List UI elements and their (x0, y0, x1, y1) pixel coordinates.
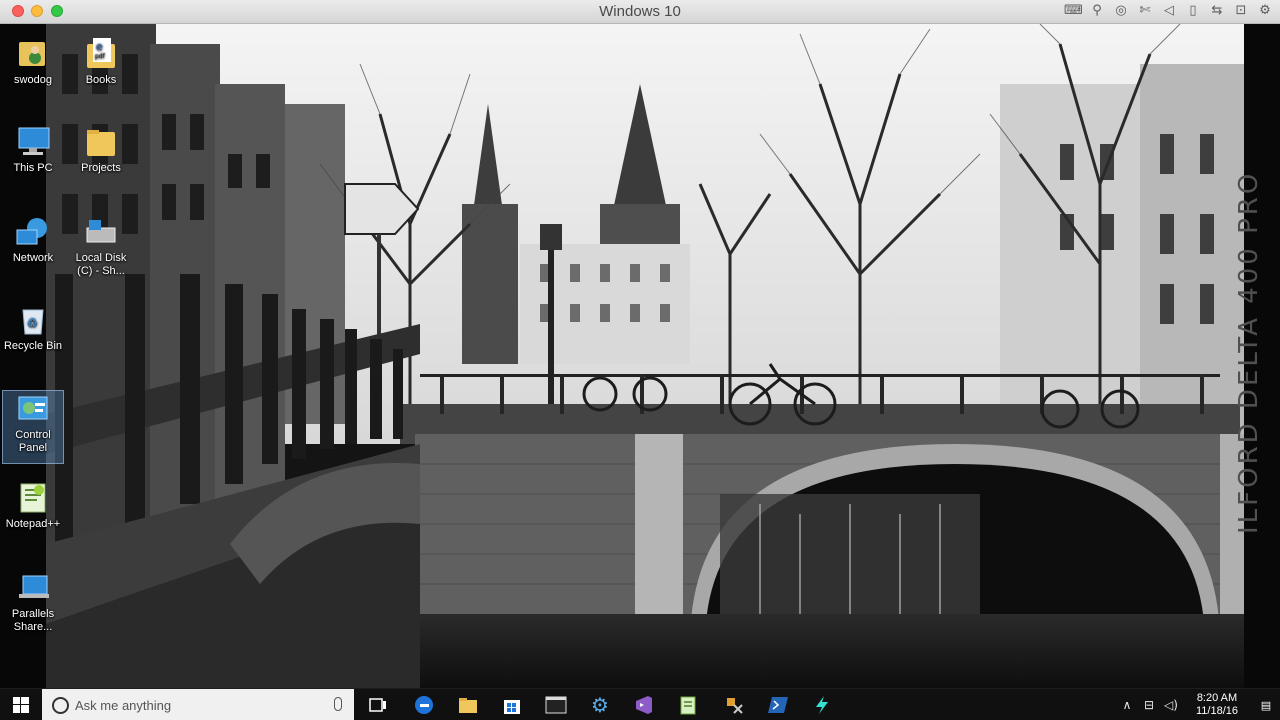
volume-icon[interactable]: ◁) (1160, 698, 1182, 712)
control-panel-icon (15, 391, 51, 427)
desktop-icon-label: Notepad++ (5, 518, 61, 530)
local-disk-icon (83, 214, 119, 250)
keyboard-icon[interactable]: ⌨ (1064, 2, 1083, 20)
folder-icon (83, 124, 119, 160)
desktop-icon-label: This PC (13, 162, 53, 174)
recycle-bin-icon: ♻ (15, 302, 51, 338)
wallpaper-amsterdam-canal (0, 24, 1280, 688)
clock[interactable]: 8:20 AM 11/18/16 (1182, 692, 1252, 718)
tools-icon[interactable] (712, 689, 756, 720)
usb-icon[interactable]: ⚲ (1088, 2, 1106, 20)
action-center-icon[interactable]: ▤ (1252, 699, 1280, 712)
notepad-icon[interactable] (666, 689, 710, 720)
desktop-icon-label: Local Disk (C) - Sh... (75, 252, 127, 277)
desktop-icon-network[interactable]: Network (2, 214, 64, 265)
desktop-icon-books[interactable]: e pdf Books (70, 36, 132, 87)
film-edge-text: ILFORD DELTA 400 PRO (1234, 170, 1264, 534)
desktop-icon-swodog[interactable]: swodog (2, 36, 64, 87)
svg-text:♻: ♻ (27, 316, 38, 330)
parallels-share-icon (15, 570, 51, 606)
task-view-icon[interactable] (356, 689, 400, 720)
vm-toolbar: ⌨ ⚲ ◎ ✄ ◁ ▯ ⇆ ⊡ ⚙ (1064, 2, 1274, 20)
sd-card-icon[interactable]: ▯ (1184, 2, 1202, 20)
search-placeholder: Ask me anything (75, 697, 172, 713)
cd-icon[interactable]: ◎ (1112, 2, 1130, 20)
clock-time: 8:20 AM (1196, 692, 1238, 704)
speaker-icon[interactable]: ◁ (1160, 2, 1178, 20)
system-tray: ∧ ⊟ ◁) 8:20 AM 11/18/16 ▤ (1116, 689, 1280, 720)
desktop-icon-this-pc[interactable]: This PC (2, 124, 64, 175)
taskbar: Ask me anything ⚙ ∧ ⊟ ◁) 8:20 AM 11/18/1… (0, 688, 1280, 720)
svg-text:pdf: pdf (95, 53, 106, 60)
microphone-icon[interactable] (334, 697, 342, 711)
visual-studio-icon[interactable] (622, 689, 666, 720)
lightning-icon[interactable] (800, 689, 844, 720)
powershell-icon[interactable] (756, 689, 800, 720)
edge-icon[interactable] (402, 689, 446, 720)
desktop-icon-label: Network (12, 252, 54, 264)
window-titlebar: Windows 10 ⌨ ⚲ ◎ ✄ ◁ ▯ ⇆ ⊡ ⚙ (0, 0, 1280, 24)
desktop-icon-notepad-plus[interactable]: Notepad++ (2, 480, 64, 531)
shared-folder-icon[interactable]: ⇆ (1208, 2, 1226, 20)
desktop[interactable]: ILFORD DELTA 400 PRO swodog e pdf Books T… (0, 24, 1280, 688)
windows-logo-icon (13, 697, 29, 713)
notepad-plus-icon (15, 480, 51, 516)
network-tray-icon[interactable]: ⊟ (1138, 698, 1160, 712)
desktop-icon-parallels-share[interactable]: Parallels Share... (2, 570, 64, 634)
svg-text:e: e (96, 40, 103, 53)
network-icon (15, 214, 51, 250)
desktop-icon-label: Parallels Share... (11, 608, 55, 633)
desktop-icon-label: swodog (14, 74, 52, 86)
clock-date: 11/18/16 (1195, 705, 1238, 717)
store-icon[interactable] (490, 689, 534, 720)
user-folder-icon (15, 36, 51, 72)
desktop-icon-control-panel[interactable]: Control Panel (2, 390, 64, 464)
cortana-search-box[interactable]: Ask me anything (42, 689, 354, 720)
terminal-icon[interactable] (534, 689, 578, 720)
show-hidden-icons-icon[interactable]: ∧ (1116, 698, 1138, 712)
settings-icon[interactable]: ⚙ (578, 689, 622, 720)
camera-off-icon[interactable]: ✄ (1136, 2, 1154, 20)
desktop-icon-label: Recycle Bin (3, 340, 63, 352)
gear-icon[interactable]: ⚙ (1256, 2, 1274, 20)
desktop-icon-label: Control Panel (15, 429, 51, 454)
lock-icon[interactable]: ⊡ (1232, 2, 1250, 20)
desktop-icon-recycle-bin[interactable]: ♻ Recycle Bin (2, 302, 64, 353)
computer-icon (15, 124, 51, 160)
desktop-icon-projects[interactable]: Projects (70, 124, 132, 175)
start-button[interactable] (0, 689, 42, 720)
desktop-icon-label: Projects (81, 162, 121, 174)
file-explorer-icon[interactable] (446, 689, 490, 720)
folder-pdf-icon: e pdf (83, 36, 119, 72)
cortana-icon (52, 696, 69, 714)
desktop-icon-label: Books (85, 74, 117, 86)
desktop-icon-local-disk[interactable]: Local Disk (C) - Sh... (70, 214, 132, 278)
